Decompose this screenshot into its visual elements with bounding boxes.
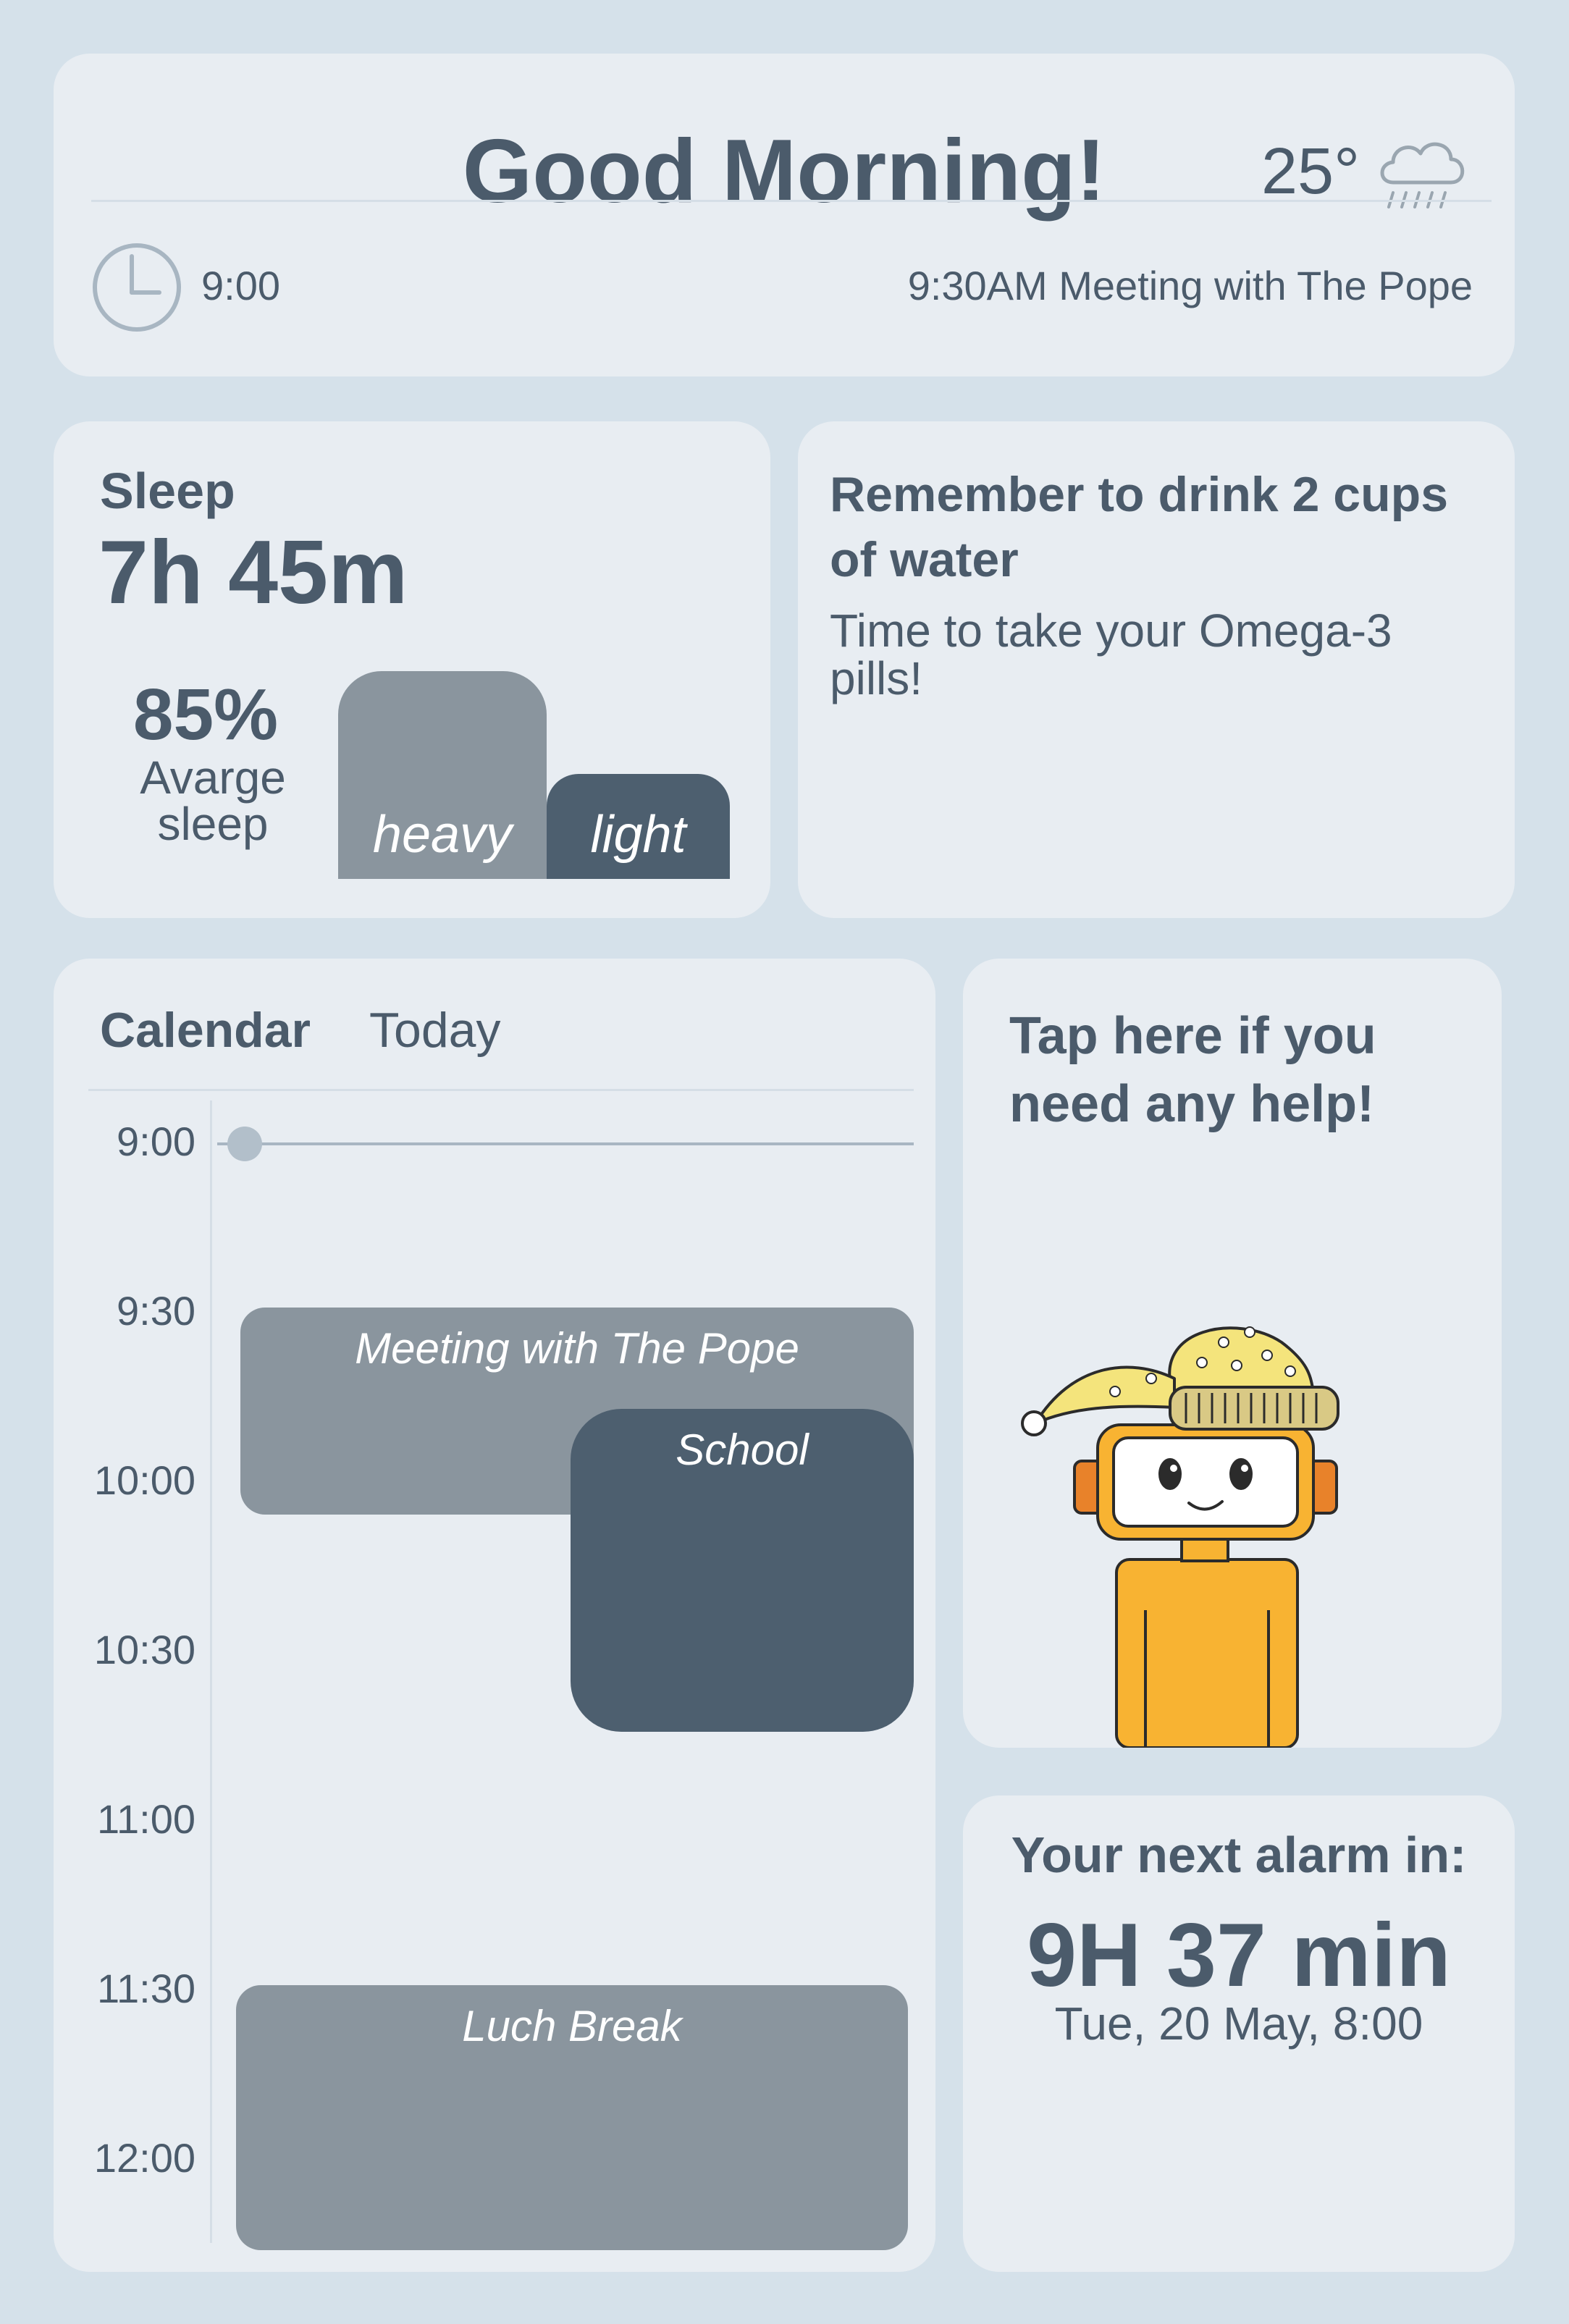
sleep-percent-label: Avarge sleep — [140, 751, 286, 850]
timeline-axis — [210, 1100, 212, 2243]
sleep-percent: 85% — [132, 674, 279, 755]
time-label: 9:00 — [117, 1119, 195, 1164]
light-sleep-bar: light — [547, 774, 730, 879]
help-card[interactable]: Tap here if you need any help! — [963, 959, 1502, 1748]
sleep-title: Sleep — [100, 463, 235, 519]
calendar-title: Calendar — [100, 1003, 311, 1058]
current-time-line — [217, 1142, 914, 1145]
heavy-sleep-label: heavy — [372, 806, 513, 864]
alarm-title: Your next alarm in: — [1011, 1827, 1467, 1883]
reminder-card[interactable]: Remember to drink 2 cups of water Time t… — [798, 421, 1515, 918]
sleep-duration: 7h 45m — [98, 523, 408, 623]
next-event[interactable]: 9:30AM Meeting with The Pope — [908, 262, 1473, 309]
time-label: 11:30 — [97, 1966, 195, 2011]
light-sleep-label: light — [590, 806, 686, 864]
reminder-text: Time to take your Omega-3 pills! — [830, 605, 1392, 704]
event-lunch[interactable]: Luch Break — [236, 1985, 908, 2250]
event-title: Luch Break — [462, 2002, 682, 2050]
calendar-card: Calendar Today 9:00 9:30 10:00 10:30 11:… — [54, 959, 935, 2272]
header-divider — [91, 200, 1492, 202]
rain-cloud-icon — [1380, 142, 1465, 209]
time-label: 10:30 — [93, 1627, 195, 1672]
current-time: 9:00 — [201, 263, 280, 308]
help-text: Tap here if you need any help! — [1009, 1007, 1376, 1133]
calendar-range-tab[interactable]: Today — [369, 1002, 500, 1058]
time-label: 9:30 — [117, 1288, 195, 1334]
event-title: Meeting with The Pope — [355, 1324, 799, 1373]
event-school[interactable]: School — [571, 1409, 914, 1732]
heavy-sleep-bar: heavy — [338, 671, 547, 879]
alarm-countdown: 9H 37 min — [1027, 1906, 1451, 2005]
temperature: 25° — [1261, 135, 1360, 208]
calendar-divider — [88, 1089, 914, 1091]
time-label: 11:00 — [97, 1796, 195, 1842]
sleep-card[interactable]: Sleep 7h 45m 85% Avarge sleep heavy ligh… — [54, 421, 770, 918]
event-title: School — [676, 1426, 809, 1474]
robot-icon — [1021, 1326, 1339, 1748]
current-time-dot — [227, 1127, 262, 1161]
alarm-card[interactable]: Your next alarm in: 9H 37 min Tue, 20 Ma… — [963, 1795, 1515, 2272]
greeting-card: Good Morning! 25° 9:00 9:30AM Meeting wi… — [54, 54, 1515, 376]
time-label: 10:00 — [93, 1457, 195, 1503]
time-label: 12:00 — [93, 2135, 195, 2181]
reminder-title: Remember to drink 2 cups of water — [830, 467, 1449, 587]
clock-icon — [93, 243, 181, 332]
alarm-date: Tue, 20 May, 8:00 — [1054, 1997, 1423, 2050]
